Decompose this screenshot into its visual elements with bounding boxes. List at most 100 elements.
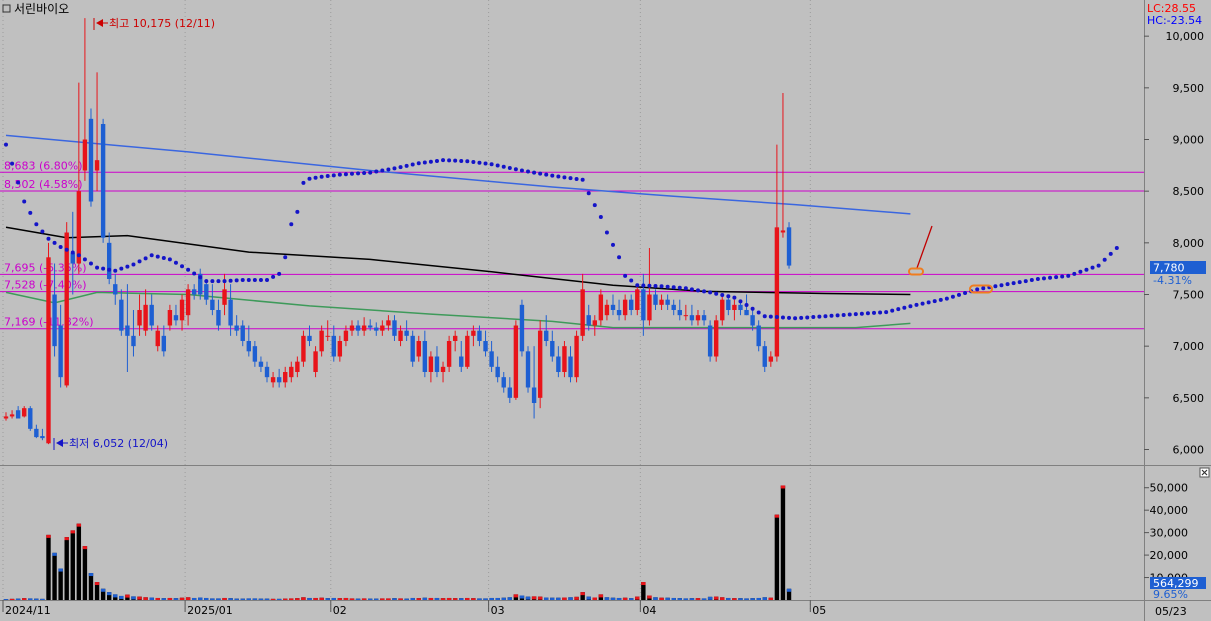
volume-bar-cap [483,598,488,600]
candle-body [580,289,585,336]
sar-dot [1084,267,1089,272]
volume-bar-cap [495,597,500,600]
candle-body [428,356,434,372]
candle-body [768,356,774,362]
high-annotation: 최고 10,175 (12/11) [93,17,215,30]
candle-body [106,242,112,279]
sar-dot [489,162,494,167]
volume-bar-cap [228,598,233,600]
sar-dot [1096,263,1101,268]
volume-bar-cap [726,597,731,600]
sar-dot [410,162,415,167]
volume-bar-cap [720,597,725,600]
sar-dot [981,286,986,291]
sar-dot [125,264,130,269]
candle-body [9,414,15,417]
volume-bar-cap [422,597,428,600]
sar-dot [441,158,446,163]
sar-dot [623,273,628,278]
volume-bar-cap [774,514,780,518]
sar-dot [611,242,615,247]
volume-bar-cap [64,537,69,541]
sar-dot [252,278,257,283]
volume-bar-cap [580,592,585,596]
sar-dot [538,171,543,176]
volume-bar-cap [592,597,597,600]
volume-bar-cap [471,598,476,600]
candle-body [295,361,300,372]
candle-body [786,227,792,266]
candle-body [689,315,695,321]
level-label: 8,683 (6.80%) [4,159,83,172]
sar-dot [149,253,154,258]
sar-dot [702,289,707,294]
volume-bar-cap [556,597,561,600]
sar-dot [58,244,63,249]
volume-bar-cap [191,597,197,600]
sar-dot [258,278,263,283]
candle-body [568,356,573,378]
sar-dot [265,278,270,283]
sar-dot [556,174,561,179]
candle-body [641,289,646,321]
sar-dot [422,160,427,165]
candle-body [167,310,173,326]
sar-dot [1060,274,1065,279]
candle-body [143,304,148,331]
price-tick-label: 8,000 [1173,237,1205,250]
volume-tick-label: 50,000 [1150,482,1189,495]
date-label: 05 [812,604,826,617]
sar-dot [944,296,949,301]
sar-dot [95,265,100,270]
sar-dot [52,240,57,245]
volume-bar-cap [713,596,719,600]
volume-bar-cap [361,598,367,600]
sar-dot [635,283,640,288]
volume-tick-label: 20,000 [1150,549,1189,562]
sar-dot [799,315,804,320]
sar-dot [1017,280,1022,285]
candle-body [683,315,689,317]
sar-dot [4,142,8,147]
sar-dot [40,229,45,234]
sar-dot [732,295,737,300]
volume-bar-cap [46,534,51,538]
sar-dot [228,278,233,283]
sar-dot [835,313,840,318]
volume-bar-cap [295,598,300,600]
sar-dot [331,173,336,178]
sar-dot [1035,277,1040,281]
sar-dot [240,278,245,283]
sar-dot [186,267,191,272]
sar-dot [671,285,676,290]
sar-dot [192,271,197,276]
volume-bar-cap [374,598,379,600]
high-annotation-text: 최고 10,175 (12/11) [109,17,215,30]
sar-dot [119,266,124,271]
sar-dot [890,308,895,313]
candle-body [100,124,106,238]
hc-label: HC:-23.54 [1147,14,1202,27]
volume-bar-cap [185,597,191,600]
sar-dot [926,300,931,305]
sar-dot [1072,271,1077,276]
candle-body [210,299,215,310]
sar-dot [404,163,409,168]
candle-body [204,284,209,300]
volume-bar-cap [434,597,440,600]
sar-dot [416,161,421,166]
sar-dot [513,167,518,172]
candle-body [616,310,622,316]
candle-body [647,294,652,321]
stock-chart[interactable]: 8,683 (6.80%)8,502 (4.58%)7,695 (-5.35%)… [0,0,1211,621]
sar-dot [592,203,597,208]
date-label: 02 [333,604,347,617]
sar-dot [865,311,870,316]
sar-dot [313,175,318,180]
volume-bar-cap [246,598,251,600]
volume-bar-cap [22,598,27,600]
volume-bar-cap [155,597,160,600]
sar-dot [617,255,622,260]
sar-dot [180,264,185,269]
level-label: 7,528 (-7.40%) [4,279,86,292]
